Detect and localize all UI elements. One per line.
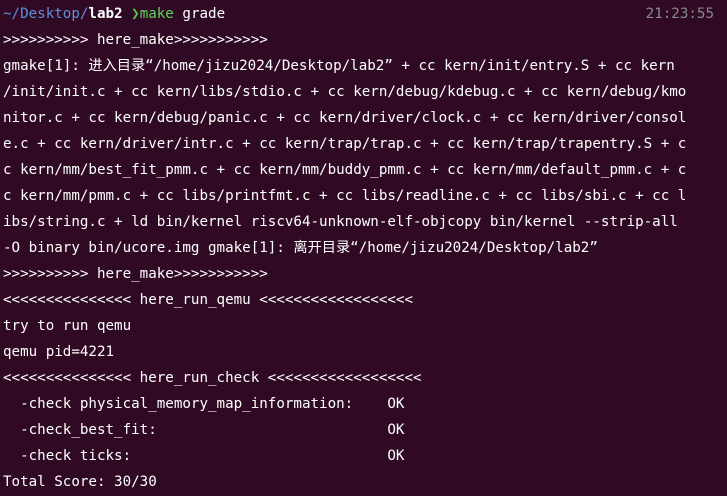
prompt-time: 21:23:55 bbox=[645, 6, 714, 22]
check-result-line: -check ticks: OK bbox=[3, 448, 405, 464]
output-line: c kern/mm/best_fit_pmm.c + cc kern/mm/bu… bbox=[3, 162, 687, 178]
output-line: nitor.c + cc kern/debug/panic.c + cc ker… bbox=[3, 110, 687, 126]
prompt-current-dir: lab2 bbox=[88, 6, 123, 22]
output-line: e.c + cc kern/driver/intr.c + cc kern/tr… bbox=[3, 136, 687, 152]
check-result-line: -check_best_fit: OK bbox=[3, 422, 405, 438]
prompt-argument: grade bbox=[182, 6, 226, 22]
prompt-line: ~/Desktop/lab2 ❯make grade bbox=[3, 4, 225, 24]
output-line: <<<<<<<<<<<<<<< here_run_check <<<<<<<<<… bbox=[3, 370, 422, 386]
check-result-line: -check physical_memory_map_information: … bbox=[3, 396, 405, 412]
terminal-window[interactable]: ~/Desktop/lab2 ❯make grade 21:23:55 >>>>… bbox=[0, 0, 727, 496]
prompt-path: ~/Desktop/ bbox=[3, 6, 89, 22]
output-line: >>>>>>>>>> here_make>>>>>>>>>>> bbox=[3, 32, 268, 48]
output-line: /init/init.c + cc kern/libs/stdio.c + cc… bbox=[3, 84, 687, 100]
prompt-arrow-icon: ❯ bbox=[131, 6, 140, 22]
output-line: qemu pid=4221 bbox=[3, 344, 115, 360]
output-line: gmake[1]: 进入目录“/home/jizu2024/Desktop/la… bbox=[3, 58, 675, 74]
output-line: <<<<<<<<<<<<<<< here_run_qemu <<<<<<<<<<… bbox=[3, 292, 413, 308]
output-line: >>>>>>>>>> here_make>>>>>>>>>>> bbox=[3, 266, 268, 282]
output-line: ibs/string.c + ld bin/kernel riscv64-unk… bbox=[3, 214, 678, 230]
output-line: try to run qemu bbox=[3, 318, 132, 334]
output-line: c kern/mm/pmm.c + cc libs/printfmt.c + c… bbox=[3, 188, 687, 204]
prompt-command: make bbox=[139, 6, 174, 22]
total-score-line: Total Score: 30/30 bbox=[3, 474, 157, 490]
output-line: -O binary bin/ucore.img gmake[1]: 离开目录“/… bbox=[3, 240, 598, 256]
